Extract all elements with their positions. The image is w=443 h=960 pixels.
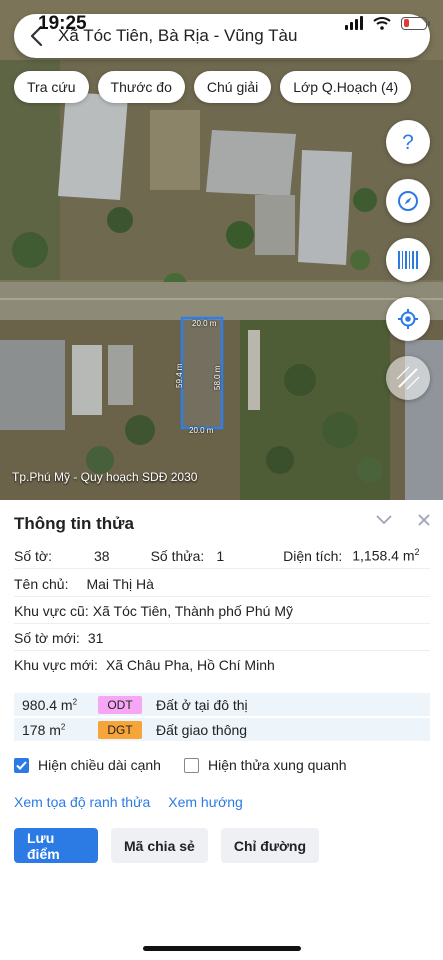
display-options: Hiện chiều dài cạnh Hiện thửa xung quanh <box>14 757 347 773</box>
dien-tich-value: 1,158.4 m2 <box>352 547 420 564</box>
sheet-header-actions <box>376 514 430 526</box>
land-use-row: 980.4 m2 ODT Đất ở tại đô thị <box>14 693 430 716</box>
wifi-icon <box>373 17 391 30</box>
dim-left: 59.4 m <box>175 363 184 388</box>
map-layer-caption: Tp.Phú Mỹ - Quy hoạch SDĐ 2030 <box>12 470 198 484</box>
map-tool-chips: Tra cứu Thước đo Chú giải Lớp Q.Hoạch (4… <box>14 71 412 103</box>
view-coordinates-link[interactable]: Xem tọa độ ranh thửa <box>14 794 150 810</box>
svg-text:?: ? <box>402 131 414 153</box>
owner-row: Tên chủ: Mai Thị Hà <box>14 571 430 597</box>
owner-value: Mai Thị Hà <box>86 575 154 592</box>
save-point-button[interactable]: Lưu điểm <box>14 828 98 863</box>
dim-bottom: 20.0 m <box>189 426 214 435</box>
land-use-code-badge: DGT <box>98 720 142 739</box>
land-use-area: 178 m2 <box>22 721 66 738</box>
owner-label: Tên chủ: <box>14 575 69 592</box>
check-icon <box>16 760 27 770</box>
new-sheet-value: 31 <box>87 629 104 646</box>
old-area-label: Khu vực cũ: <box>14 602 89 619</box>
home-indicator[interactable] <box>143 946 301 951</box>
share-code-button[interactable]: Mã chia sẻ <box>111 828 208 863</box>
show-neighbors-checkbox[interactable] <box>183 757 199 773</box>
show-neighbors-label[interactable]: Hiện thửa xung quanh <box>208 757 347 773</box>
directions-button[interactable]: Chỉ đường <box>220 828 320 863</box>
show-edge-length-checkbox[interactable] <box>14 757 29 773</box>
chip-planning-layers[interactable]: Lớp Q.Hoạch (4) <box>280 71 412 103</box>
new-area-value: Xã Châu Pha, Hồ Chí Minh <box>105 657 275 673</box>
status-bar: 19:25 <box>0 0 443 46</box>
so-to-value: 38 <box>93 547 110 564</box>
so-thua-label: Số thửa: <box>150 547 205 564</box>
cellular-signal-icon <box>345 16 363 30</box>
help-icon: ? <box>402 131 414 153</box>
barcode-icon <box>398 251 418 269</box>
my-location-button[interactable] <box>386 297 430 341</box>
view-direction-link[interactable]: Xem hướng <box>168 794 243 810</box>
so-thua-value: 1 <box>216 547 225 564</box>
compass-button[interactable] <box>386 179 430 223</box>
help-button[interactable]: ? <box>386 120 430 164</box>
land-use-description: Đất giao thông <box>156 721 248 738</box>
sheet-links: Xem tọa độ ranh thửa Xem hướng <box>14 794 243 810</box>
parcel-info-sheet: Thông tin thửa Số tờ: 38 Số thửa: 1 Diện… <box>0 500 443 960</box>
sheet-actions: Lưu điểm Mã chia sẻ Chỉ đường <box>14 828 320 863</box>
so-to-label: Số tờ: <box>14 547 52 564</box>
dien-tich-label: Diện tích: <box>283 547 343 564</box>
status-icons <box>345 16 430 30</box>
compass-icon <box>398 191 418 211</box>
chip-lookup[interactable]: Tra cứu <box>14 71 89 103</box>
parcel-ids-row: Số tờ: 38 Số thửa: 1 Diện tích: 1,158.4 … <box>14 543 430 569</box>
new-sheet-row: Số tờ mới: 31 <box>14 625 430 651</box>
new-area-label: Khu vực mới: <box>14 657 98 673</box>
status-time: 19:25 <box>38 13 87 34</box>
land-use-code-badge: ODT <box>98 695 142 714</box>
land-use-description: Đất ở tại đô thị <box>156 696 248 713</box>
land-use-area: 980.4 m2 <box>22 696 78 713</box>
chevron-down-icon[interactable] <box>376 515 392 525</box>
old-area-row: Khu vực cũ: Xã Tóc Tiên, Thành phố Phú M… <box>14 598 430 624</box>
map-side-buttons: ? <box>386 120 430 400</box>
new-area-row: Khu vực mới: Xã Châu Pha, Hồ Chí Minh <box>14 652 430 678</box>
land-use-table: 980.4 m2 ODT Đất ở tại đô thị 178 m2 DGT… <box>14 693 430 743</box>
dim-right: 58.0 m <box>213 365 222 390</box>
close-icon[interactable] <box>418 514 430 526</box>
dim-top: 20.0 m <box>192 319 217 328</box>
new-sheet-label: Số tờ mới: <box>14 629 80 646</box>
locate-icon <box>398 309 418 329</box>
chip-ruler[interactable]: Thước đo <box>97 71 185 103</box>
battery-icon <box>401 16 430 30</box>
chip-legend[interactable]: Chú giải <box>193 71 272 103</box>
barcode-button[interactable] <box>386 238 430 282</box>
map-style-icon <box>396 366 420 390</box>
land-use-row: 178 m2 DGT Đất giao thông <box>14 718 430 741</box>
old-area-value: Xã Tóc Tiên, Thành phố Phú Mỹ <box>92 602 294 619</box>
sheet-header: Thông tin thửa <box>14 514 430 536</box>
map-style-button[interactable] <box>386 356 430 400</box>
sheet-title: Thông tin thửa <box>14 514 134 533</box>
show-edge-length-label[interactable]: Hiện chiều dài cạnh <box>38 757 161 773</box>
